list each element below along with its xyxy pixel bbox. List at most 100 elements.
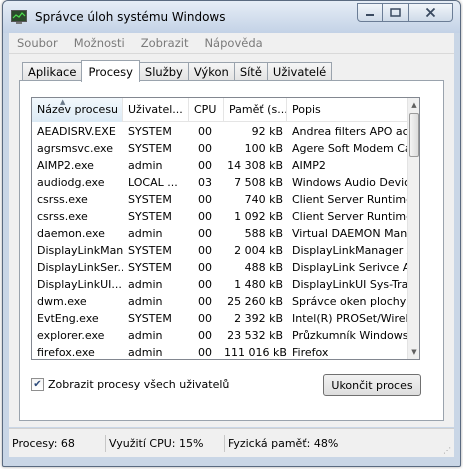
cpu-value: 00 — [198, 227, 212, 240]
process-name: csrss.exe — [37, 193, 88, 206]
table-row[interactable]: audiodg.exe LOCAL ... 03 7 508 kB Windows Au… — [32, 174, 407, 191]
process-list[interactable]: ▲ Název procesu Uživatel... CPU Paměť (s… — [31, 97, 420, 360]
memory-value: 740 kB — [244, 193, 283, 206]
cpu-value: 00 — [198, 278, 212, 291]
resize-grip-icon[interactable]: ⋰ — [443, 446, 453, 456]
menu-help[interactable]: Nápověda — [196, 36, 270, 50]
description: Virtual DAEMON Mana — [292, 227, 407, 240]
process-name: audiodg.exe — [37, 176, 105, 189]
maximize-button[interactable] — [383, 3, 409, 22]
user-name: SYSTEM — [128, 261, 172, 274]
process-name: daemon.exe — [37, 227, 105, 240]
menu-bar: Soubor Možnosti Zobrazit Nápověda — [9, 33, 454, 54]
memory-value: 488 kB — [244, 261, 283, 274]
user-name: admin — [128, 295, 163, 308]
memory-value: 100 kB — [244, 142, 283, 155]
menu-view[interactable]: Zobrazit — [133, 36, 197, 50]
task-manager-icon — [11, 10, 27, 24]
minimize-button[interactable] — [357, 3, 383, 22]
memory-value: 588 kB — [244, 227, 283, 240]
menu-options[interactable]: Možnosti — [66, 36, 133, 50]
column-image-name[interactable]: ▲ Název procesu — [32, 98, 123, 122]
table-row[interactable]: AEADISRV.EXE SYSTEM 00 92 kB Andrea filters … — [32, 123, 407, 140]
scroll-up-icon[interactable]: ▲ — [408, 98, 419, 112]
column-cpu[interactable]: CPU — [189, 98, 224, 122]
table-row[interactable]: firefox.exe admin 00 111 016 kB Firefox — [32, 344, 407, 359]
show-all-processes-option[interactable]: ✔ Zobrazit procesy všech uživatelů — [31, 378, 229, 391]
user-name: SYSTEM — [128, 125, 172, 138]
tab-performance[interactable]: Výkon — [187, 62, 235, 81]
cpu-value: 00 — [198, 210, 212, 223]
memory-value: 2 392 kB — [234, 312, 283, 325]
title-bar[interactable]: Správce úloh systému Windows — [3, 1, 460, 33]
status-physical-memory: Fyzická paměť: 48% — [228, 436, 339, 450]
column-user-name[interactable]: Uživatel... — [123, 98, 189, 122]
status-cpu-usage: Využití CPU: 15% — [106, 434, 225, 452]
process-rows: AEADISRV.EXE SYSTEM 00 92 kB Andrea filters … — [32, 123, 407, 359]
memory-value: 1 480 kB — [234, 278, 283, 291]
close-button[interactable] — [409, 3, 453, 22]
main-content: Aplikace Procesy Služby Výkon Sítě Uživa… — [9, 54, 454, 427]
close-icon — [425, 8, 436, 17]
description: Intel(R) PROSet/Wirele — [292, 312, 407, 325]
user-name: SYSTEM — [128, 193, 172, 206]
table-row[interactable]: DisplayLinkMan... SYSTEM 00 2 004 kB Display… — [32, 242, 407, 259]
end-process-button[interactable]: Ukončit proces — [323, 374, 421, 396]
column-memory[interactable]: Paměť (s... — [224, 98, 287, 122]
description: Správce oken plochy — [292, 295, 407, 308]
user-name: SYSTEM — [128, 142, 172, 155]
tab-strip: Aplikace Procesy Služby Výkon Sítě Uživa… — [22, 60, 333, 82]
process-name: EvtEng.exe — [37, 312, 99, 325]
table-row[interactable]: agrsmsvc.exe SYSTEM 00 100 kB Agere Soft Mod… — [32, 140, 407, 157]
column-description[interactable]: Popis — [287, 98, 407, 122]
process-name: AIMP2.exe — [37, 159, 94, 172]
process-name: DisplayLinkMan... — [37, 244, 123, 257]
cpu-value: 00 — [198, 142, 212, 155]
cpu-value: 00 — [198, 346, 212, 359]
table-row[interactable]: explorer.exe admin 00 23 532 kB Průzkumník W… — [32, 327, 407, 344]
table-row[interactable]: daemon.exe admin 00 588 kB Virtual DAEMON Ma… — [32, 225, 407, 242]
scroll-down-icon[interactable]: ▼ — [408, 345, 419, 359]
tab-applications[interactable]: Aplikace — [22, 62, 83, 81]
table-row[interactable]: dwm.exe admin 00 25 260 kB Správce oken ploc… — [32, 293, 407, 310]
scroll-thumb[interactable] — [409, 113, 419, 157]
user-name: admin — [128, 346, 163, 359]
menu-file[interactable]: Soubor — [9, 36, 66, 50]
checkmark-icon: ✔ — [33, 378, 42, 390]
memory-value: 111 016 kB — [224, 346, 287, 359]
user-name: LOCAL ... — [128, 176, 178, 189]
memory-value: 14 308 kB — [227, 159, 283, 172]
table-row[interactable]: csrss.exe SYSTEM 00 1 092 kB Client Server R… — [32, 208, 407, 225]
tab-users[interactable]: Uživatelé — [266, 62, 333, 81]
table-row[interactable]: DisplayLinkSer... SYSTEM 00 488 kB DisplayLi… — [32, 259, 407, 276]
vertical-scrollbar[interactable]: ▲ ▼ — [407, 98, 419, 359]
description: DisplayLinkUI Sys-Tray — [292, 278, 407, 291]
table-row[interactable]: csrss.exe SYSTEM 00 740 kB Client Server Run… — [32, 191, 407, 208]
description: Windows Audio Device — [292, 176, 407, 189]
memory-value: 92 kB — [251, 125, 283, 138]
table-row[interactable]: EvtEng.exe SYSTEM 00 2 392 kB Intel(R) PROSe… — [32, 310, 407, 327]
cpu-value: 00 — [198, 159, 212, 172]
table-row[interactable]: AIMP2.exe admin 00 14 308 kB AIMP2 — [32, 157, 407, 174]
tab-processes[interactable]: Procesy — [81, 60, 140, 82]
window-title: Správce úloh systému Windows — [35, 10, 226, 24]
tab-networking[interactable]: Sítě — [233, 62, 268, 81]
cpu-value: 00 — [198, 193, 212, 206]
user-name: admin — [128, 329, 163, 342]
show-all-checkbox[interactable]: ✔ — [31, 378, 44, 391]
status-process-count: Procesy: 68 — [9, 434, 106, 452]
process-name: dwm.exe — [37, 295, 87, 308]
description: Firefox — [292, 346, 329, 359]
table-row[interactable]: DisplayLinkUI.... admin 00 1 480 kB DisplayL… — [32, 276, 407, 293]
description: Client Server Runtime — [292, 210, 407, 223]
memory-value: 1 092 kB — [234, 210, 283, 223]
memory-value: 23 532 kB — [227, 329, 283, 342]
process-name: explorer.exe — [37, 329, 105, 342]
process-name: DisplayLinkSer... — [37, 261, 123, 274]
description: DisplayLinkManager Ap — [292, 244, 407, 257]
cpu-value: 03 — [198, 176, 212, 189]
tab-services[interactable]: Služby — [138, 62, 189, 81]
process-name: AEADISRV.EXE — [37, 125, 116, 138]
memory-value: 2 004 kB — [234, 244, 283, 257]
maximize-icon — [390, 8, 401, 17]
